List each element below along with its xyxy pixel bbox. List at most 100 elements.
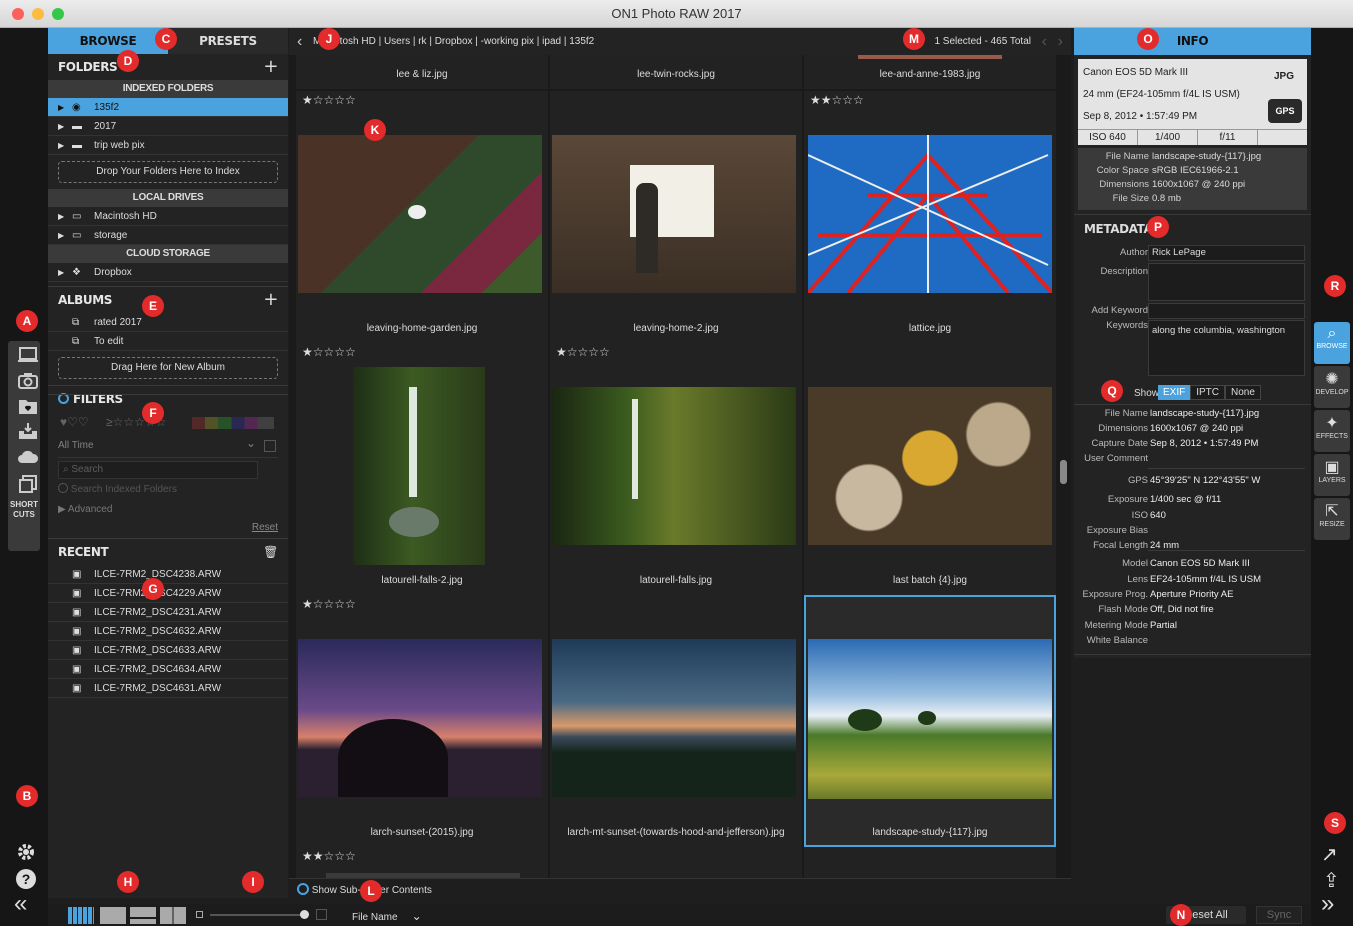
expand-triangle-icon[interactable]: ▶ (58, 136, 72, 154)
add-keyword-input[interactable] (1148, 303, 1305, 319)
star-rating[interactable]: ★☆☆☆☆ (302, 345, 356, 359)
import-tray-icon[interactable] (9, 422, 47, 445)
expand-triangle-icon[interactable]: ▶ (58, 98, 72, 116)
show-exif-button[interactable]: EXIF (1158, 385, 1191, 400)
camera-icon[interactable] (9, 371, 47, 394)
advanced-filters-toggle[interactable]: ▶ Advanced (48, 498, 288, 522)
add-folder-plus-icon[interactable]: + (263, 54, 278, 80)
new-album-drop-zone[interactable]: Drag Here for New Album (58, 357, 278, 379)
module-develop[interactable]: ✺ DEVELOP (1314, 366, 1350, 408)
thumbnail-cell[interactable]: ★☆☆☆☆ latourell-falls-2.jpg (296, 343, 548, 595)
thumbnail-cell[interactable] (804, 847, 1056, 878)
recent-item[interactable]: ▣ ILCE-7RM2_DSC4634.ARW (48, 660, 288, 679)
star-rating[interactable]: ★★☆☆☆ (810, 93, 864, 107)
filters-reset-link[interactable]: Reset (48, 522, 288, 538)
add-album-plus-icon[interactable]: + (263, 287, 278, 313)
trash-icon[interactable]: 🗑 (263, 539, 278, 565)
compare-view-icon[interactable] (160, 907, 186, 924)
thumbnail-cell[interactable] (550, 847, 802, 878)
expand-triangle-icon[interactable]: ▶ (58, 207, 72, 225)
small-grid-view-icon[interactable] (68, 907, 94, 924)
share-icon[interactable]: ↗ (1321, 842, 1338, 867)
keywords-list[interactable]: along the columbia, washington (1148, 320, 1305, 376)
grid-scrollbar-thumb[interactable] (1060, 460, 1067, 484)
folder-item-trip-web-pix[interactable]: ▶ ▬ trip web pix (48, 136, 288, 155)
module-resize[interactable]: ⇱ RESIZE (1314, 498, 1350, 540)
star-rating[interactable]: ★★☆☆☆ (302, 849, 548, 863)
recent-item[interactable]: ▣ ILCE-7RM2_DSC4238.ARW (48, 565, 288, 584)
subfolder-toggle-icon[interactable] (297, 883, 309, 895)
author-input[interactable]: Rick LePage (1148, 245, 1305, 261)
album-item-rated-2017[interactable]: ⧉ rated 2017 (48, 313, 288, 332)
next-chevron-icon[interactable]: › (1058, 28, 1063, 55)
search-indexed-checkbox[interactable]: Search Indexed Folders (48, 482, 288, 498)
album-icon[interactable] (9, 474, 47, 499)
prev-chevron-icon[interactable]: ‹ (1042, 28, 1047, 55)
thumbnail-cell[interactable]: ★★☆☆☆ lattice.jpg (804, 91, 1056, 343)
thumbnail-cell[interactable]: last batch {4}.jpg (804, 343, 1056, 595)
collapse-left-chevron-icon[interactable]: « (14, 892, 27, 916)
thumbnail-cell[interactable]: leaving-home-2.jpg (550, 91, 802, 343)
drive-item-storage[interactable]: ▶ ▭ storage (48, 226, 288, 245)
close-window-button[interactable] (12, 8, 24, 20)
collapse-right-chevron-icon[interactable]: » (1321, 892, 1334, 916)
breadcrumb-path[interactable]: Macintosh HD | Users | rk | Dropbox | -w… (313, 36, 594, 47)
zoom-window-button[interactable] (52, 8, 64, 20)
folder-item-2017[interactable]: ▶ ▬ 2017 (48, 117, 288, 136)
drop-folders-to-index-zone[interactable]: Drop Your Folders Here to Index (58, 161, 278, 183)
settings-gear-icon[interactable] (16, 842, 36, 865)
filter-search-input[interactable]: ⌕ Search (58, 461, 258, 479)
recent-item[interactable]: ▣ ILCE-7RM2_DSC4231.ARW (48, 603, 288, 622)
like-heart-icon[interactable]: ♥♡♡ (60, 415, 89, 429)
calendar-icon[interactable] (264, 440, 276, 452)
filmstrip-view-icon[interactable] (130, 907, 156, 924)
thumbnail-cell[interactable]: ★☆☆☆☆ larch-sunset-(2015).jpg (296, 595, 548, 847)
star-rating[interactable]: ★☆☆☆☆ (302, 93, 356, 107)
thumbnail-size-slider-handle[interactable] (300, 910, 309, 919)
back-chevron-icon[interactable]: ‹ (297, 28, 302, 55)
recent-item[interactable]: ▣ ILCE-7RM2_DSC4632.ARW (48, 622, 288, 641)
thumbnail-cell[interactable]: lee-twin-rocks.jpg (550, 55, 802, 89)
time-dropdown[interactable]: All Time ⌄ (58, 436, 278, 458)
expand-triangle-icon[interactable]: ▶ (58, 117, 72, 135)
thumbnail-cell[interactable]: lee & liz.jpg (296, 55, 548, 89)
tab-presets[interactable]: PRESETS (168, 28, 288, 54)
folders-header[interactable]: FOLDERS + (48, 54, 288, 80)
thumbnail-cell[interactable]: ★☆☆☆☆ latourell-falls.jpg (550, 343, 802, 595)
folder-item-135f2[interactable]: ▶ ◉ 135f2 (48, 98, 288, 117)
show-iptc-button[interactable]: IPTC (1190, 385, 1226, 400)
metadata-title[interactable]: METADATA (1084, 222, 1153, 236)
sort-by-dropdown[interactable]: File Name ⌄ (352, 908, 422, 926)
module-browse[interactable]: ⌕ BROWSE (1314, 322, 1350, 364)
thumbnail-cell[interactable]: lee-and-anne-1983.jpg (804, 55, 1056, 89)
expand-triangle-icon[interactable]: ▶ (58, 226, 72, 244)
module-effects[interactable]: ✦ EFFECTS (1314, 410, 1350, 452)
large-thumbnail-view-icon[interactable] (100, 907, 126, 924)
album-item-to-edit[interactable]: ⧉ To edit (48, 332, 288, 351)
thumbnail-size-slider[interactable] (210, 914, 306, 916)
expand-triangle-icon[interactable]: ▶ (58, 263, 72, 281)
gps-badge[interactable]: GPS (1268, 99, 1302, 123)
cloud-icon[interactable] (9, 449, 47, 470)
module-layers[interactable]: ▣ LAYERS (1314, 454, 1350, 496)
thumbnail-cell-selected[interactable]: landscape-study-{117}.jpg (804, 595, 1056, 847)
thumbnail-cell[interactable]: ★☆☆☆☆ leaving-home-garden.jpg (296, 91, 548, 343)
drive-item-macintosh-hd[interactable]: ▶ ▭ Macintosh HD (48, 207, 288, 226)
minimize-window-button[interactable] (32, 8, 44, 20)
thumbnail-cell[interactable]: larch-mt-sunset-(towards-hood-and-jeffer… (550, 595, 802, 847)
recent-item[interactable]: ▣ ILCE-7RM2_DSC4633.ARW (48, 641, 288, 660)
tab-browse[interactable]: BROWSE (48, 28, 168, 54)
albums-header[interactable]: ALBUMS + (48, 287, 288, 313)
recent-item[interactable]: ▣ILCE-7RM2_DSC4229.ARW (48, 584, 288, 603)
color-label-filter[interactable] (192, 417, 274, 429)
info-header[interactable]: INFO (1074, 28, 1311, 55)
computer-icon[interactable] (9, 346, 47, 369)
recent-item[interactable]: ▣ ILCE-7RM2_DSC4631.ARW (48, 679, 288, 698)
star-rating[interactable]: ★☆☆☆☆ (302, 597, 356, 611)
sync-button[interactable]: Sync (1256, 906, 1302, 924)
shortcuts-label[interactable]: SHORT CUTS (10, 500, 38, 520)
favorite-folder-icon[interactable] (9, 397, 47, 420)
star-rating[interactable]: ★☆☆☆☆ (556, 345, 610, 359)
cloud-item-dropbox[interactable]: ▶ ❖ Dropbox (48, 263, 288, 282)
filters-header[interactable]: FILTERS (48, 386, 288, 412)
